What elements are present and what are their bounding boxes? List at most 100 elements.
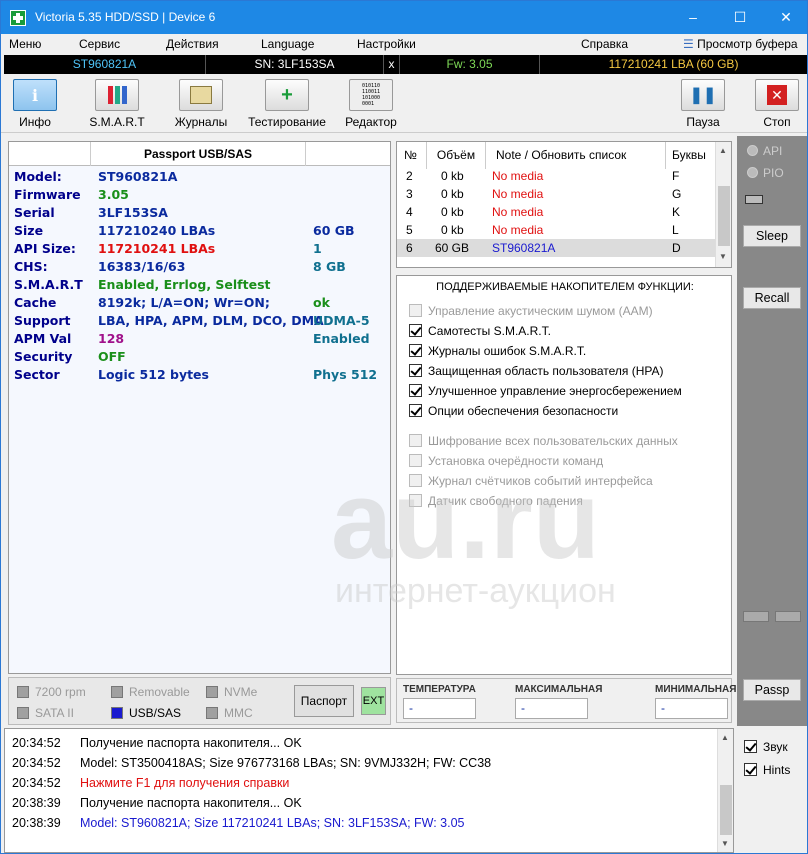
col-header-note[interactable]: Note / Обновить список — [486, 142, 666, 169]
wr-indicator — [775, 611, 801, 622]
info-row-api-size: API Size: 117210241 LBAs 1 — [14, 241, 389, 259]
pause-icon: ❚❚ — [681, 79, 725, 111]
device-row[interactable]: 30 kb No media G — [397, 185, 715, 203]
info-key: Cache — [14, 295, 57, 310]
feature-aam[interactable]: Управление акустическим шумом (AAM) — [409, 304, 653, 318]
pause-label: Пауза — [686, 115, 720, 129]
log-entry: 20:34:52 Нажмите F1 для получения справки — [12, 776, 290, 790]
scroll-up-icon[interactable]: ▲ — [719, 146, 727, 155]
menu-settings[interactable]: Настройки — [357, 37, 416, 51]
api-radio[interactable]: API — [747, 144, 782, 158]
radio-icon — [747, 167, 758, 178]
device-list-scrollbar[interactable]: ▲ ▼ — [715, 142, 731, 267]
logs-tab-label: Журналы — [174, 115, 228, 129]
feature-security[interactable]: Опции обеспечения безопасности — [409, 404, 618, 418]
device-row[interactable]: 50 kb No media L — [397, 221, 715, 239]
device-row[interactable]: 40 kb No media K — [397, 203, 715, 221]
sleep-button[interactable]: Sleep — [743, 225, 801, 247]
col-header-letters[interactable]: Буквы — [666, 142, 716, 169]
scroll-thumb[interactable] — [720, 785, 732, 835]
device-row[interactable]: 20 kb No media F — [397, 167, 715, 185]
stop-button[interactable]: ✕ Стоп — [737, 79, 807, 129]
minimize-button[interactable]: – — [670, 1, 716, 34]
app-icon — [10, 10, 26, 26]
toolbar: i Инфо S.M.A.R.T Журналы + Тестирование … — [1, 75, 807, 133]
feature-phy-log[interactable]: Журнал счётчиков событий интерфейса — [409, 474, 653, 488]
test-icon: + — [265, 79, 309, 111]
features-panel: ПОДДЕРЖИВАЕМЫЕ НАКОПИТЕЛЕМ ФУНКЦИИ: Упра… — [396, 275, 732, 675]
list-icon: ☰ — [683, 37, 698, 51]
editor-icon: 010110 110011 101000 0001 — [349, 79, 393, 111]
max-temperature-field: - — [515, 698, 588, 719]
stop-label: Стоп — [763, 115, 791, 129]
info-row-serial: Serial 3LF153SA — [14, 205, 389, 223]
info-key: S.M.A.R.T — [14, 277, 83, 292]
test-tab-button[interactable]: + Тестирование — [247, 79, 327, 129]
info-row-firmware: Firmware 3.05 — [14, 187, 389, 205]
col-header-number[interactable]: № — [397, 142, 427, 169]
menu-main[interactable]: Меню — [9, 37, 41, 51]
info-row-size: Size 117210240 LBAs 60 GB — [14, 223, 389, 241]
feature-errlog[interactable]: Журналы ошибок S.M.A.R.T. — [409, 344, 586, 358]
editor-tab-button[interactable]: 010110 110011 101000 0001 Редактор — [331, 79, 411, 129]
checkbox-icon — [409, 404, 422, 417]
radio-icon — [747, 145, 758, 156]
menu-bar: Меню Сервис Действия Language Настройки … — [1, 34, 807, 55]
feature-free-fall[interactable]: Датчик свободного падения — [409, 494, 583, 508]
feature-selftest[interactable]: Самотесты S.M.A.R.T. — [409, 324, 551, 338]
info-row-cache: Cache 8192k; L/A=ON; Wr=ON; ok — [14, 295, 389, 313]
menu-help[interactable]: Справка — [581, 37, 628, 51]
scroll-down-icon[interactable]: ▼ — [721, 839, 729, 848]
info-key: Firmware — [14, 187, 81, 202]
device-row-selected[interactable]: 6 60 GB ST960821A D — [397, 239, 715, 257]
info-value: 128 — [98, 331, 125, 346]
hints-checkbox[interactable]: Hints — [744, 763, 790, 777]
info-value: 8192k; L/A=ON; Wr=ON; — [98, 295, 270, 310]
interface-flags: 7200 rpm Removable NVMe SATA II USB/SAS … — [8, 677, 391, 725]
sound-checkbox[interactable]: Звук — [744, 740, 788, 754]
led-indicator — [745, 195, 763, 204]
info-key: APM Val — [14, 331, 72, 346]
passp-button[interactable]: Passp — [743, 679, 801, 701]
log-scrollbar[interactable]: ▲ ▼ — [717, 729, 733, 852]
checkbox-icon — [409, 434, 422, 447]
info-tab-button[interactable]: i Инфо — [1, 79, 75, 129]
checkbox-icon — [744, 763, 757, 776]
info-row-sector: Sector Logic 512 bytes Phys 512 — [14, 367, 389, 385]
logs-tab-button[interactable]: Журналы — [161, 79, 241, 129]
feature-ncq[interactable]: Установка очерёдности команд — [409, 454, 603, 468]
col-header-size[interactable]: Объём — [427, 142, 486, 169]
passport-button[interactable]: Паспорт — [294, 685, 354, 717]
menu-language[interactable]: Language — [261, 37, 314, 51]
scroll-up-icon[interactable]: ▲ — [721, 733, 729, 742]
passport-title: Passport USB/SAS — [143, 147, 253, 161]
feature-hpa[interactable]: Защищенная область пользователя (HPA) — [409, 364, 664, 378]
info-key: Serial — [14, 205, 55, 220]
feature-apm[interactable]: Улучшенное управление энергосбережением — [409, 384, 682, 398]
rd-indicator — [743, 611, 769, 622]
window-title: Victoria 5.35 HDD/SSD | Device 6 — [35, 10, 216, 24]
infobar-close[interactable]: x — [384, 55, 400, 74]
feature-encryption[interactable]: Шифрование всех пользовательских данных — [409, 434, 678, 448]
recall-button[interactable]: Recall — [743, 287, 801, 309]
info-value: LBA, HPA, APM, DLM, DCO, DMA — [98, 313, 324, 328]
ext-button[interactable]: EXT — [361, 687, 386, 715]
test-tab-label: Тестирование — [248, 115, 326, 129]
info-key: Size — [14, 223, 44, 238]
maximize-button[interactable]: ☐ — [717, 1, 763, 34]
pause-button[interactable]: ❚❚ Пауза — [663, 79, 743, 129]
smart-tab-button[interactable]: S.M.A.R.T — [77, 79, 157, 129]
info-key: Security — [14, 349, 73, 364]
pio-radio[interactable]: PIO — [747, 166, 784, 180]
menu-service[interactable]: Сервис — [79, 37, 120, 51]
scroll-down-icon[interactable]: ▼ — [719, 252, 727, 261]
menu-actions[interactable]: Действия — [166, 37, 219, 51]
checkbox-icon — [409, 364, 422, 377]
close-button[interactable]: ✕ — [763, 1, 807, 34]
buffer-view-menu[interactable]: ☰ Просмотр буфера — [683, 37, 798, 51]
options-panel: Звук Hints — [737, 728, 807, 853]
log-entry: 20:38:39 Получение паспорта накопителя...… — [12, 796, 302, 810]
passport-header: Passport USB/SAS — [9, 142, 390, 166]
info-row-apm: APM Val 128 Enabled — [14, 331, 389, 349]
scroll-thumb[interactable] — [718, 186, 730, 246]
